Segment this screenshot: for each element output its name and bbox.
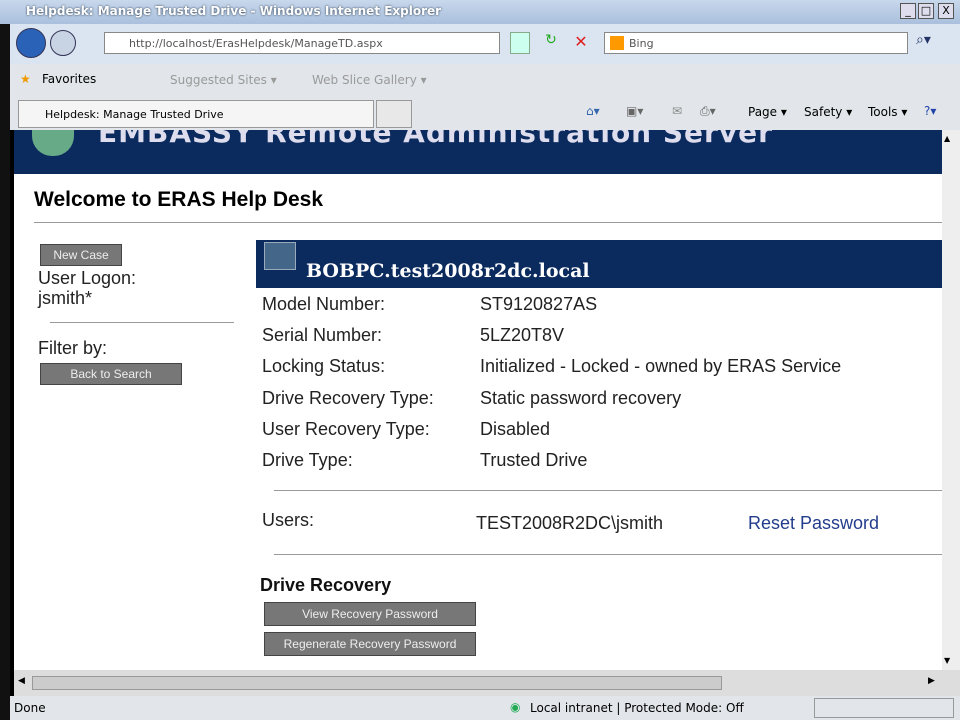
field-value: ST9120827AS <box>480 294 598 314</box>
field-label: Locking Status: <box>262 356 386 376</box>
search-input[interactable]: Bing <box>604 32 908 54</box>
status-text: Done <box>14 701 46 715</box>
device-header: BOBPC.test2008r2dc.local <box>256 240 942 288</box>
computer-icon <box>264 242 296 270</box>
bing-icon <box>610 36 624 50</box>
favorites-button[interactable]: Favorites <box>42 72 96 86</box>
zone-text[interactable]: Local intranet | Protected Mode: Off <box>530 701 744 715</box>
forward-icon[interactable] <box>50 30 76 56</box>
home-icon[interactable]: ⌂▾ <box>586 104 600 118</box>
compatibility-icon[interactable] <box>510 32 530 54</box>
drive-recovery-heading: Drive Recovery <box>260 575 392 595</box>
status-bar: Done ◉ Local intranet | Protected Mode: … <box>10 696 960 720</box>
scroll-right-icon[interactable]: ▶ <box>928 676 935 686</box>
field-label: Drive Type: <box>262 450 353 470</box>
field-value: Disabled <box>480 419 551 439</box>
address-bar[interactable]: http://localhost/ErasHelpdesk/ManageTD.a… <box>104 32 500 54</box>
field-value: Initialized - Locked - owned by ERAS Ser… <box>480 356 842 376</box>
field-label: Drive Recovery Type: <box>262 388 434 408</box>
intranet-icon: ◉ <box>510 700 521 714</box>
page-title: Welcome to ERAS Help Desk <box>34 188 324 211</box>
zoom-control[interactable] <box>814 698 954 718</box>
safety-menu[interactable]: Safety ▾ <box>804 105 852 119</box>
help-icon[interactable]: ?▾ <box>924 104 936 118</box>
users-label: Users: <box>262 510 315 530</box>
field-label: Serial Number: <box>262 325 383 345</box>
stop-icon[interactable]: ✕ <box>570 32 592 54</box>
tools-menu[interactable]: Tools ▾ <box>868 105 907 119</box>
view-recovery-password-button[interactable]: View Recovery Password <box>264 602 476 626</box>
print-icon[interactable]: ⎙▾ <box>700 104 716 119</box>
user-logon-label: User Logon: <box>38 268 137 288</box>
favorites-bar: ★ Favorites Suggested Sites ▾ Web Slice … <box>10 64 960 98</box>
close-button[interactable]: X <box>938 3 954 19</box>
refresh-icon[interactable]: ↻ <box>540 32 562 54</box>
new-tab-button[interactable] <box>376 100 412 128</box>
scroll-up-icon[interactable]: ▲ <box>944 134 950 143</box>
field-value: Static password recovery <box>480 388 682 408</box>
search-icon[interactable]: ⌕▾ <box>916 32 946 54</box>
maximize-button[interactable]: □ <box>918 3 934 19</box>
filter-label: Filter by: <box>38 338 108 358</box>
scroll-down-icon[interactable]: ▼ <box>944 656 950 665</box>
minimize-button[interactable]: _ <box>900 3 916 19</box>
web-slice-gallery-link[interactable]: Web Slice Gallery ▾ <box>312 73 427 87</box>
title-bar: Helpdesk: Manage Trusted Drive - Windows… <box>0 0 960 24</box>
horizontal-scrollbar[interactable]: ◀ ▶ <box>14 670 960 696</box>
users-value: TEST2008R2DC\jsmith <box>476 513 664 533</box>
page-content: EMBASSY Remote Administration Server Wel… <box>14 130 942 670</box>
mail-icon[interactable]: ✉ <box>672 104 682 118</box>
vertical-scrollbar[interactable]: ▲ ▼ <box>942 130 960 670</box>
field-value: Trusted Drive <box>480 450 588 470</box>
back-icon[interactable] <box>16 28 46 58</box>
field-label: User Recovery Type: <box>262 419 430 439</box>
suggested-sites-link[interactable]: Suggested Sites ▾ <box>170 73 277 87</box>
scroll-left-icon[interactable]: ◀ <box>18 676 25 686</box>
field-value: 5LZ20T8V <box>480 325 565 345</box>
regenerate-recovery-password-button[interactable]: Regenerate Recovery Password <box>264 632 476 656</box>
feeds-icon[interactable]: ▣▾ <box>626 104 643 118</box>
star-icon: ★ <box>20 72 31 86</box>
field-label: Model Number: <box>262 294 386 314</box>
user-logon-value: jsmith* <box>38 288 93 308</box>
page-menu[interactable]: Page ▾ <box>748 105 787 119</box>
banner-text: EMBASSY Remote Administration Server <box>98 130 773 149</box>
tab-active[interactable]: Helpdesk: Manage Trusted Drive <box>18 100 374 128</box>
reset-password-link[interactable]: Reset Password <box>748 513 879 534</box>
back-to-search-button[interactable]: Back to Search <box>40 363 182 385</box>
new-case-button[interactable]: New Case <box>40 244 122 266</box>
window-title: Helpdesk: Manage Trusted Drive - Windows… <box>26 4 442 18</box>
banner: EMBASSY Remote Administration Server <box>14 130 942 174</box>
scroll-thumb[interactable] <box>32 676 722 690</box>
